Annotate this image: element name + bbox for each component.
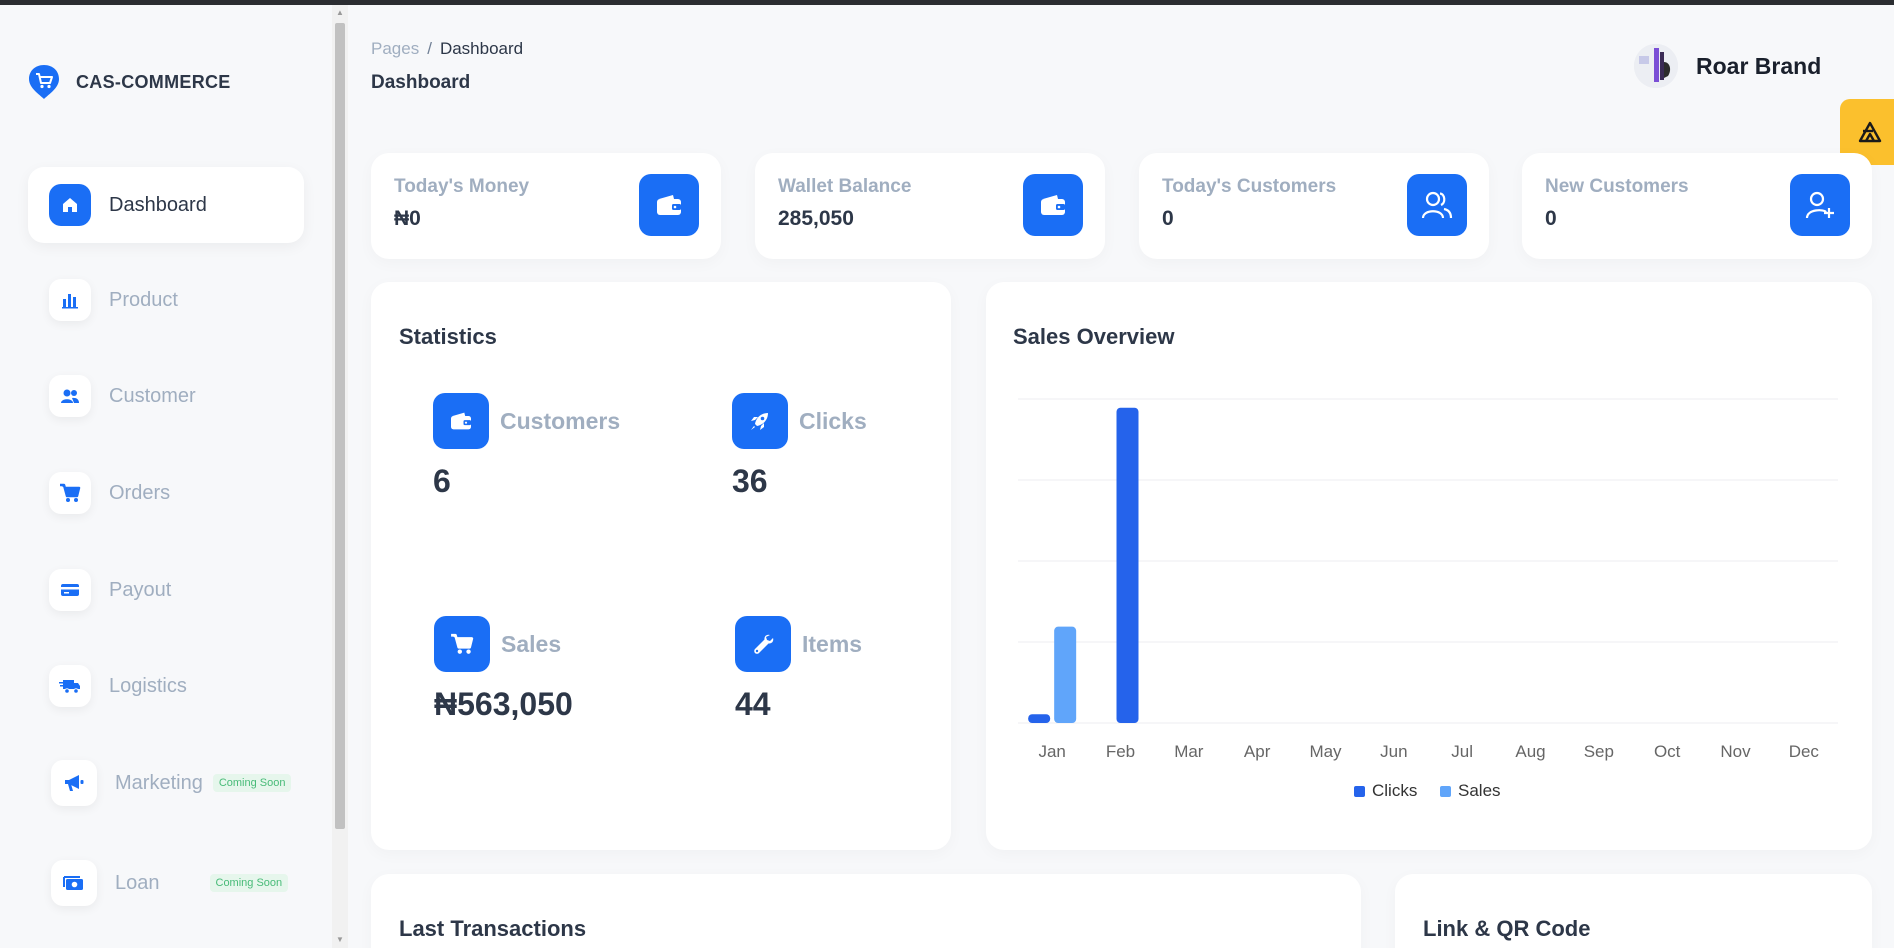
- metric-label: Sales: [501, 631, 562, 657]
- metric-label: Items: [802, 631, 863, 657]
- cart-icon: [434, 616, 490, 672]
- stat-value: 0: [1545, 207, 1557, 230]
- stat-label: Wallet Balance: [778, 176, 912, 197]
- sidebar-item-label: Logistics: [109, 674, 187, 697]
- chart-x-tick-label: Jul: [1451, 742, 1473, 761]
- stat-card-todays-money: Today's Money ₦0: [371, 153, 721, 259]
- chart-x-tick-label: Oct: [1654, 742, 1681, 761]
- sidebar-item-label: Customer: [109, 384, 196, 407]
- sidebar-item-label: Product: [109, 288, 178, 311]
- metric-label: Clicks: [799, 408, 867, 434]
- stat-value: 285,050: [778, 207, 854, 230]
- stat-card-wallet-balance: Wallet Balance 285,050: [755, 153, 1105, 259]
- sidebar: CAS-COMMERCE Dashboard Product Customer …: [0, 5, 332, 948]
- chart-x-tick-label: Sep: [1584, 742, 1614, 761]
- wallet-icon: [433, 393, 489, 449]
- breadcrumb-root-link[interactable]: Pages: [371, 39, 419, 58]
- legend-label-sales[interactable]: Sales: [1458, 781, 1501, 800]
- chart-bar-clicks-jan[interactable]: [1028, 714, 1051, 723]
- bar-chart-icon: [49, 279, 91, 321]
- users-icon: [49, 375, 91, 417]
- sidebar-scrollbar[interactable]: ▲ ▼: [332, 5, 348, 948]
- chart-x-tick-label: Mar: [1174, 742, 1204, 761]
- last-transactions-title: Last Transactions: [399, 916, 587, 941]
- chart-x-tick-label: Feb: [1106, 742, 1135, 761]
- sidebar-item-label: Marketing: [115, 771, 203, 794]
- stat-card-new-customers: New Customers 0: [1522, 153, 1872, 259]
- wallet-icon: [1023, 174, 1083, 236]
- stat-label: Today's Customers: [1162, 176, 1337, 197]
- sidebar-item-label: Loan: [115, 871, 160, 894]
- link-qr-card: Link & QR Code: [1395, 874, 1872, 948]
- coming-soon-badge: Coming Soon: [209, 874, 289, 892]
- rocket-icon: [732, 393, 788, 449]
- breadcrumb: Pages / Dashboard: [371, 39, 523, 59]
- sidebar-item-label: Orders: [109, 481, 171, 504]
- megaphone-icon: [51, 760, 97, 806]
- sales-overview-card: Sales Overview Jan Feb Mar Apr May Jun Jul Aug S…: [986, 282, 1872, 850]
- user-name: Roar Brand: [1696, 52, 1822, 79]
- wallet-icon: [639, 174, 699, 236]
- chart-x-tick-label: May: [1309, 742, 1342, 761]
- stat-card-todays-customers: Today's Customers 0: [1139, 153, 1489, 259]
- user-profile[interactable]: Roar Brand: [1634, 44, 1821, 88]
- chart-x-tick-label: Dec: [1789, 742, 1820, 761]
- coming-soon-badge: Coming Soon: [212, 774, 292, 792]
- scroll-thumb[interactable]: [335, 23, 345, 829]
- sidebar-item-marketing[interactable]: Marketing Coming Soon: [28, 745, 304, 821]
- sales-overview-chart: Jan Feb Mar Apr May Jun Jul Aug Sep Oct Nov Dec Clic…: [1018, 398, 1838, 800]
- brand[interactable]: CAS-COMMERCE: [27, 63, 231, 101]
- breadcrumb-current: Dashboard: [439, 39, 524, 58]
- link-qr-title: Link & QR Code: [1423, 916, 1591, 941]
- stat-label: New Customers: [1545, 176, 1689, 197]
- chart-bar-clicks-feb[interactable]: [1116, 407, 1139, 723]
- sidebar-item-payout[interactable]: Payout: [28, 552, 304, 628]
- sidebar-item-dashboard[interactable]: Dashboard: [28, 167, 304, 243]
- chart-x-tick-label: Jan: [1038, 742, 1065, 761]
- statistics-title: Statistics: [399, 324, 497, 349]
- sidebar-item-product[interactable]: Product: [28, 262, 304, 338]
- breadcrumb-separator: /: [427, 39, 432, 58]
- logo-mark-icon: [1858, 121, 1882, 143]
- money-icon: [51, 860, 97, 906]
- user-plus-icon: [1790, 174, 1850, 236]
- metric-value: 36: [732, 463, 768, 499]
- sidebar-item-loan[interactable]: Loan Coming Soon: [28, 845, 304, 921]
- stat-value: ₦0: [394, 207, 421, 230]
- legend-label-clicks[interactable]: Clicks: [1372, 781, 1417, 800]
- chart-x-tick-label: Nov: [1720, 742, 1751, 761]
- chart-x-tick-label: Apr: [1244, 742, 1271, 761]
- stat-value: 0: [1162, 207, 1174, 230]
- sidebar-item-customer[interactable]: Customer: [28, 358, 304, 434]
- last-transactions-card: Last Transactions: [371, 874, 1361, 948]
- sidebar-item-label: Dashboard: [109, 193, 207, 216]
- legend-swatch: [1354, 786, 1365, 797]
- cart-icon: [49, 472, 91, 514]
- avatar: [1634, 44, 1678, 88]
- users-icon: [1407, 174, 1467, 236]
- metric-label: Customers: [500, 408, 621, 434]
- metric-value: 6: [433, 463, 451, 499]
- truck-icon: [49, 665, 91, 707]
- chart-bar-sales-jan[interactable]: [1054, 626, 1077, 723]
- statistics-card: Statistics Customers 6 Clicks 36 Sales ₦…: [371, 282, 951, 850]
- metric-value: ₦563,050: [434, 686, 573, 722]
- card-icon: [49, 569, 91, 611]
- legend-swatch: [1440, 786, 1451, 797]
- stat-label: Today's Money: [394, 176, 530, 197]
- page-title: Dashboard: [371, 72, 471, 93]
- scroll-down-arrow-icon[interactable]: ▼: [336, 935, 344, 944]
- scroll-up-arrow-icon[interactable]: ▲: [336, 8, 344, 17]
- sidebar-item-orders[interactable]: Orders: [28, 455, 304, 531]
- chart-x-tick-label: Aug: [1515, 742, 1545, 761]
- sidebar-item-logistics[interactable]: Logistics: [28, 648, 304, 724]
- chart-x-tick-label: Jun: [1380, 742, 1407, 761]
- metric-value: 44: [735, 686, 771, 722]
- wrench-icon: [735, 616, 791, 672]
- shop-logo-icon: [29, 65, 59, 99]
- brand-name: CAS-COMMERCE: [76, 71, 231, 92]
- sidebar-item-label: Payout: [109, 578, 172, 601]
- home-icon: [49, 184, 91, 226]
